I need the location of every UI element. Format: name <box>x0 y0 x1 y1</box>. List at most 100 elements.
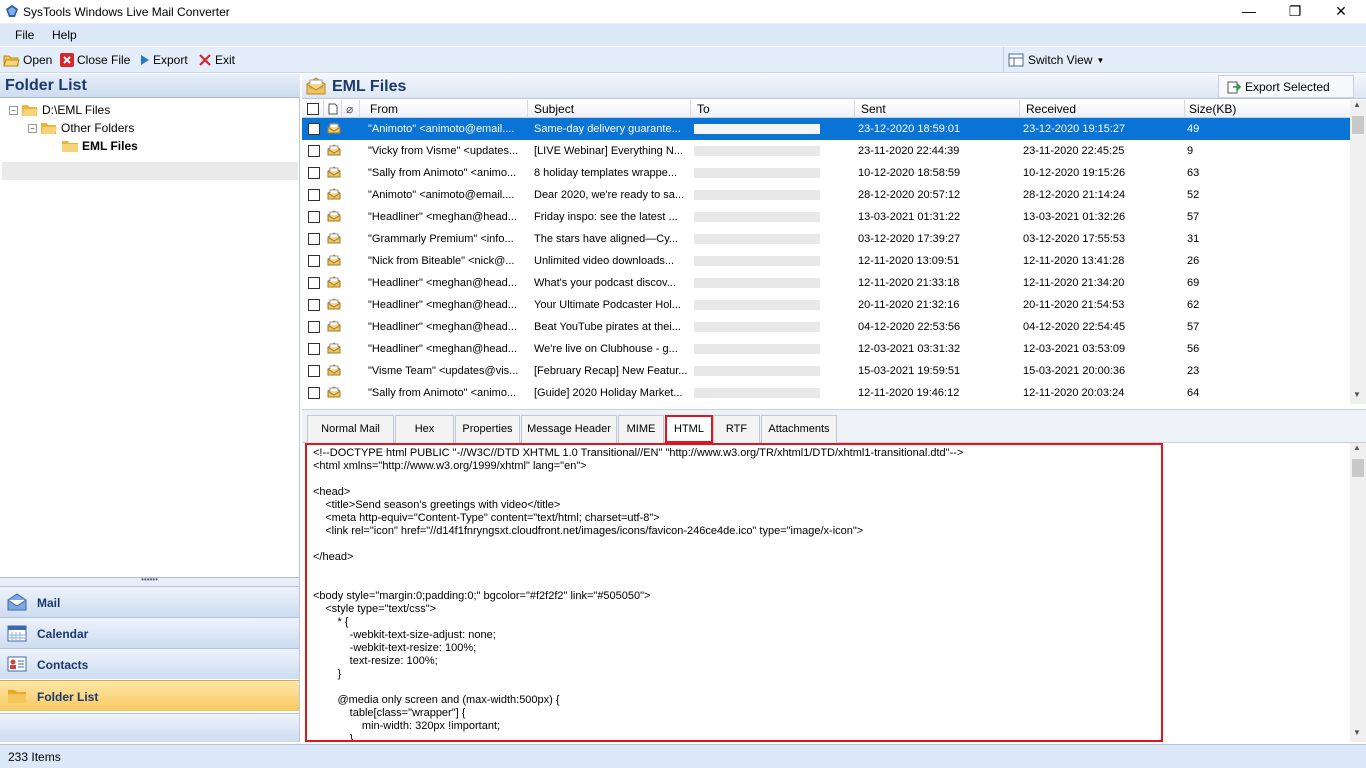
panel-splitter[interactable]: •••••• <box>0 576 299 586</box>
export-button[interactable]: Export <box>140 51 188 69</box>
row-checkbox[interactable] <box>308 365 320 377</box>
tab-rtf[interactable]: RTF <box>713 415 760 443</box>
row-checkbox[interactable] <box>308 299 320 311</box>
export-selected-button[interactable]: Export Selected <box>1218 75 1354 98</box>
folder-title: EML Files <box>332 78 407 95</box>
row-checkbox[interactable] <box>308 321 320 333</box>
table-row[interactable]: "Headliner" <meghan@head... We're live on… <box>302 338 1350 360</box>
close-window-button[interactable]: ✕ <box>1318 0 1364 24</box>
collapse-icon[interactable]: − <box>28 123 37 133</box>
scroll-thumb[interactable] <box>1352 459 1364 477</box>
nav-calendar[interactable]: Calendar <box>0 617 299 648</box>
nav-mail[interactable]: Mail <box>0 586 299 617</box>
tree-item-eml-files[interactable]: EML Files <box>62 137 138 155</box>
row-checkbox[interactable] <box>308 211 320 223</box>
cell-sent: 12-11-2020 21:33:18 <box>858 277 960 289</box>
col-size[interactable]: Size(KB) <box>1185 100 1350 118</box>
table-row[interactable]: "Vicky from Visme" <updates... [LIVE Webi… <box>302 140 1350 162</box>
table-row[interactable]: "Grammarly Premium" <info... The stars ha… <box>302 228 1350 250</box>
grid-scrollbar[interactable]: ▲ ▼ <box>1350 100 1366 404</box>
row-checkbox[interactable] <box>308 343 320 355</box>
select-all-checkbox-col[interactable] <box>302 100 324 118</box>
row-checkbox[interactable] <box>308 277 320 289</box>
table-row[interactable]: "Nick from Biteable" <nick@... Unlimited … <box>302 250 1350 272</box>
cell-subject: [February Recap] New Featur... <box>534 365 688 377</box>
table-row[interactable]: "Headliner" <meghan@head... Friday inspo:… <box>302 206 1350 228</box>
minimize-button[interactable]: — <box>1226 0 1272 24</box>
col-to[interactable]: To <box>691 100 855 118</box>
tab-html[interactable]: HTML <box>665 415 713 443</box>
scroll-up-icon[interactable]: ▲ <box>1353 443 1361 452</box>
tab-normal-mail-view[interactable]: Normal Mail View <box>307 415 394 461</box>
attachment-col[interactable]: ⌀ <box>342 100 360 118</box>
cell-to-redacted <box>694 366 820 376</box>
scroll-thumb[interactable] <box>1352 116 1364 134</box>
code-line: -webkit-text-resize: 100%; <box>313 642 477 654</box>
cell-size: 49 <box>1187 123 1200 135</box>
menu-file[interactable]: File <box>15 28 34 42</box>
cell-sent: 04-12-2020 22:53:56 <box>858 321 961 333</box>
code-line: * { <box>313 616 349 628</box>
nav-folder-list[interactable]: Folder List <box>0 680 299 711</box>
select-all-checkbox[interactable] <box>307 103 319 115</box>
table-row[interactable]: "Visme Team" <updates@vis... [February Re… <box>302 360 1350 382</box>
tab-hex[interactable]: Hex <box>395 415 454 443</box>
tree-item-other-folders[interactable]: − Other Folders <box>28 119 134 137</box>
table-row[interactable]: "Headliner" <meghan@head... Beat YouTube … <box>302 316 1350 338</box>
row-checkbox[interactable] <box>308 167 320 179</box>
row-checkbox[interactable] <box>308 145 320 157</box>
table-row[interactable]: "Sally from Animoto" <animo... [Guide] 20… <box>302 382 1350 404</box>
code-line: <html xmlns="http://www.w3.org/1999/xhtm… <box>313 460 587 472</box>
envelope-icon <box>327 166 341 178</box>
open-button[interactable]: Open <box>3 51 52 69</box>
menu-help[interactable]: Help <box>52 28 77 42</box>
type-col[interactable] <box>324 100 342 118</box>
col-received[interactable]: Received <box>1020 100 1185 118</box>
cell-size: 63 <box>1187 167 1200 179</box>
calendar-icon <box>7 625 27 642</box>
paperclip-icon: ⌀ <box>346 102 354 116</box>
scroll-down-icon[interactable]: ▼ <box>1353 728 1361 737</box>
collapse-icon[interactable]: − <box>9 105 18 115</box>
cell-sent: 10-12-2020 18:58:59 <box>858 167 961 179</box>
nav-contacts[interactable]: Contacts <box>0 648 299 679</box>
table-row[interactable]: "Headliner" <meghan@head... What's your p… <box>302 272 1350 294</box>
cell-subject: Friday inspo: see the latest ... <box>534 211 678 223</box>
row-checkbox[interactable] <box>308 123 320 135</box>
row-checkbox[interactable] <box>308 255 320 267</box>
tab-mime[interactable]: MIME <box>618 415 664 443</box>
open-mail-icon <box>306 77 326 95</box>
row-checkbox[interactable] <box>308 387 320 399</box>
close-file-button[interactable]: Close File <box>60 51 130 69</box>
table-row[interactable]: "Animoto" <animoto@email.... Dear 2020, w… <box>302 184 1350 206</box>
col-from[interactable]: From <box>360 100 528 118</box>
maximize-button[interactable]: ❐ <box>1272 0 1318 24</box>
tab-message-header[interactable]: Message Header <box>521 415 617 443</box>
html-source-text: <!--DOCTYPE html PUBLIC "-//W3C//DTD XHT… <box>313 447 963 740</box>
tab-properties[interactable]: Properties <box>455 415 520 443</box>
cell-from: "Sally from Animoto" <animo... <box>368 387 517 399</box>
col-subject[interactable]: Subject <box>528 100 691 118</box>
table-row[interactable]: "Headliner" <meghan@head... Your Ultimate… <box>302 294 1350 316</box>
switch-view-button[interactable]: Switch View ▼ <box>1003 47 1104 73</box>
table-row[interactable]: "Animoto" <animoto@email.... Same-day del… <box>302 118 1350 140</box>
exit-button[interactable]: Exit <box>198 51 235 69</box>
row-checkbox[interactable] <box>308 233 320 245</box>
table-row[interactable]: "Sally from Animoto" <animo... 8 holiday … <box>302 162 1350 184</box>
cell-subject: What's your podcast discov... <box>534 277 676 289</box>
cell-received: 03-12-2020 17:55:53 <box>1023 233 1126 245</box>
row-checkbox[interactable] <box>308 189 320 201</box>
html-source-view[interactable]: <!--DOCTYPE html PUBLIC "-//W3C//DTD XHT… <box>305 443 1163 742</box>
col-sent[interactable]: Sent <box>855 100 1020 118</box>
cell-to-redacted <box>694 234 820 244</box>
cell-subject: The stars have aligned—Cy... <box>534 233 679 245</box>
cell-sent: 12-11-2020 13:09:51 <box>858 255 960 267</box>
preview-scrollbar[interactable]: ▲ ▼ <box>1350 443 1366 742</box>
tab-attachments[interactable]: Attachments <box>761 415 837 443</box>
scroll-up-icon[interactable]: ▲ <box>1353 100 1361 109</box>
cell-received: 12-11-2020 13:41:28 <box>1023 255 1125 267</box>
tree-item-root[interactable]: − D:\EML Files <box>9 101 110 119</box>
scroll-down-icon[interactable]: ▼ <box>1353 390 1361 399</box>
cell-received: 12-11-2020 21:34:20 <box>1023 277 1125 289</box>
